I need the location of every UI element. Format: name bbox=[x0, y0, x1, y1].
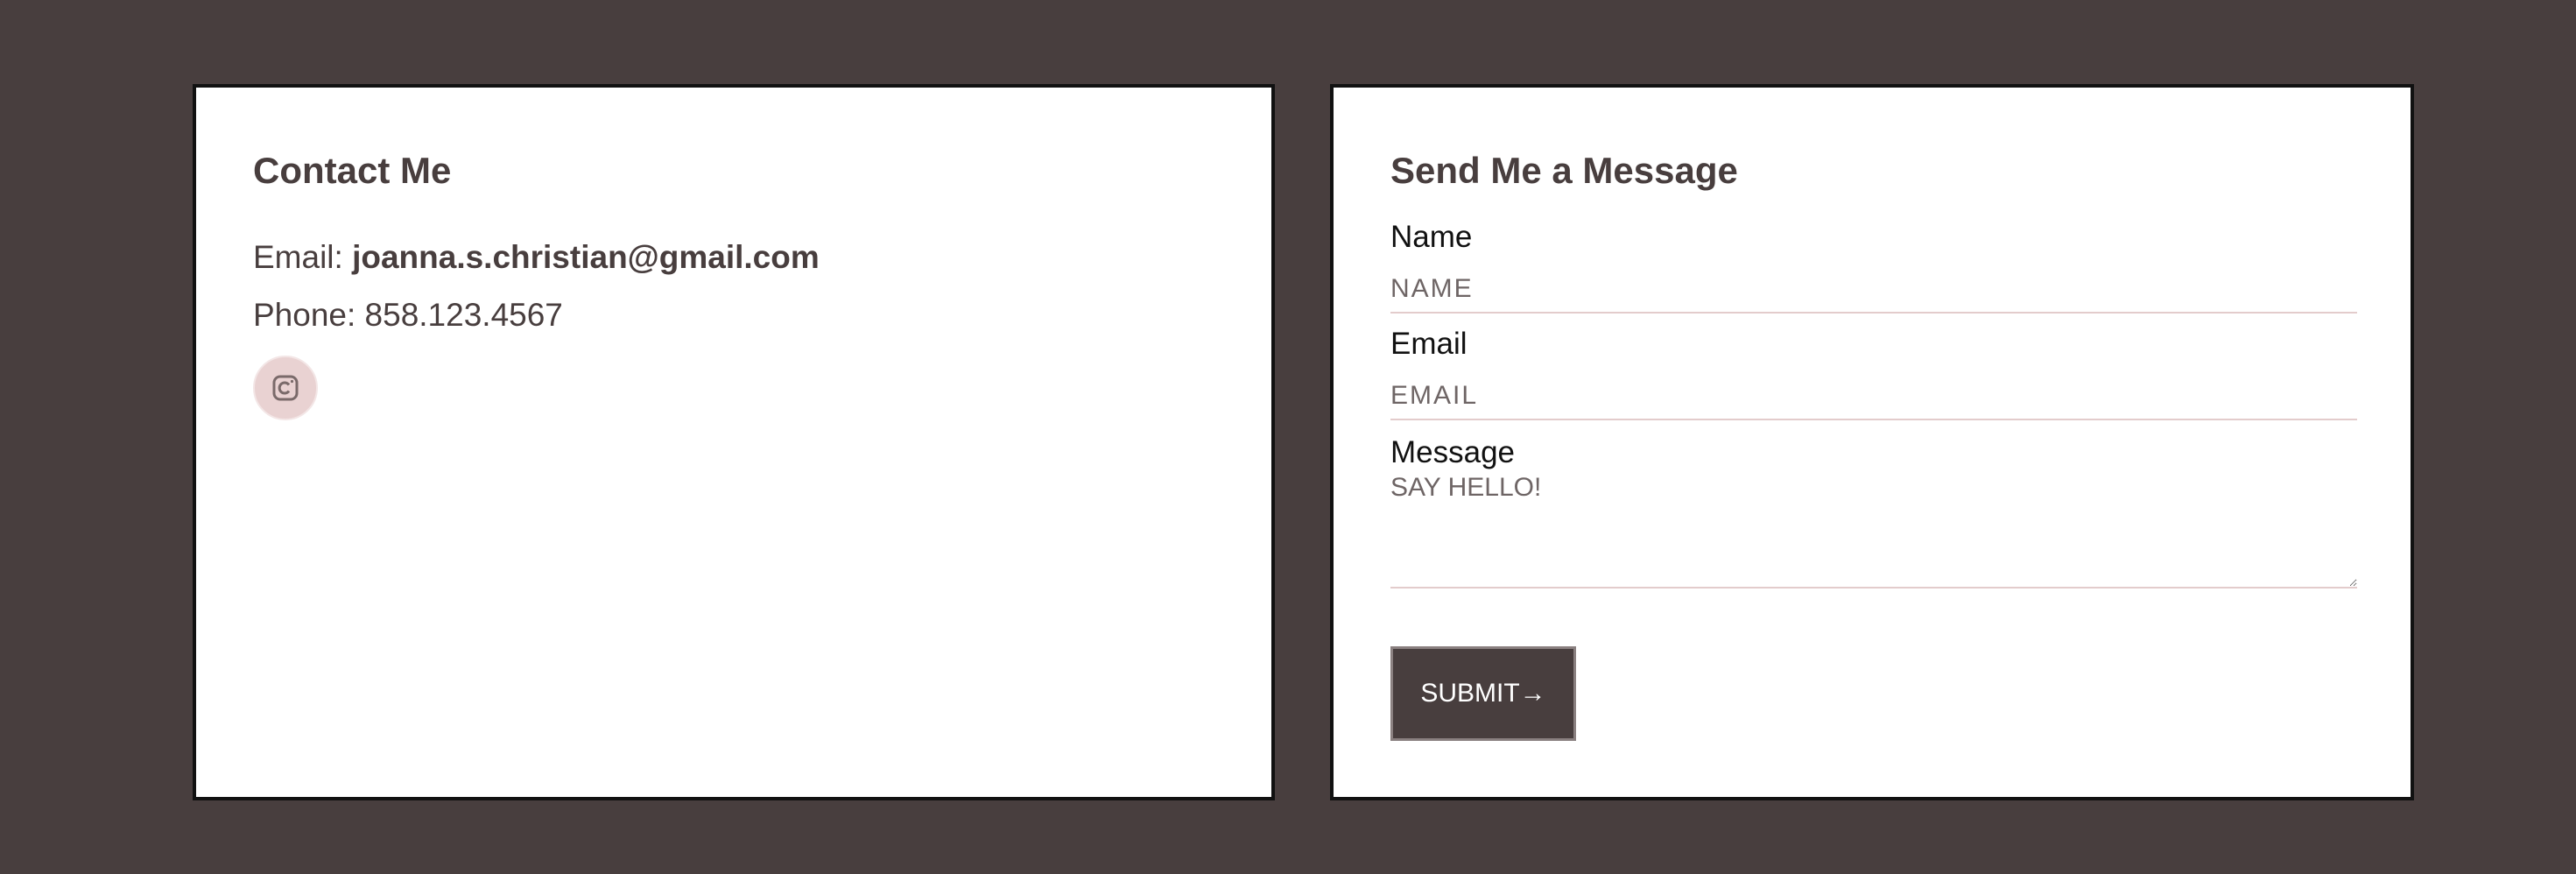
message-label: Message bbox=[1390, 435, 1516, 469]
instagram-button[interactable] bbox=[253, 356, 318, 420]
message-textarea[interactable] bbox=[1390, 473, 2357, 589]
email-input[interactable] bbox=[1390, 373, 2357, 420]
message-card: Send Me a Message Name Email Message SUB… bbox=[1330, 84, 2414, 800]
submit-button[interactable]: SUBMIT→ bbox=[1390, 646, 1576, 741]
instagram-icon bbox=[272, 375, 299, 401]
email-prefix: Email: bbox=[253, 239, 353, 275]
message-title: Send Me a Message bbox=[1390, 150, 1738, 191]
email-address[interactable]: joanna.s.christian@gmail.com bbox=[352, 239, 820, 275]
contact-card: Contact Me Email: joanna.s.christian@gma… bbox=[193, 84, 1275, 800]
email-label: Email bbox=[1390, 327, 1467, 361]
contact-phone: Phone: 858.123.4567 bbox=[253, 297, 563, 333]
contact-email: Email: joanna.s.christian@gmail.com bbox=[253, 238, 820, 277]
contact-title: Contact Me bbox=[253, 150, 452, 191]
name-input[interactable] bbox=[1390, 266, 2357, 314]
name-label: Name bbox=[1390, 220, 1473, 254]
